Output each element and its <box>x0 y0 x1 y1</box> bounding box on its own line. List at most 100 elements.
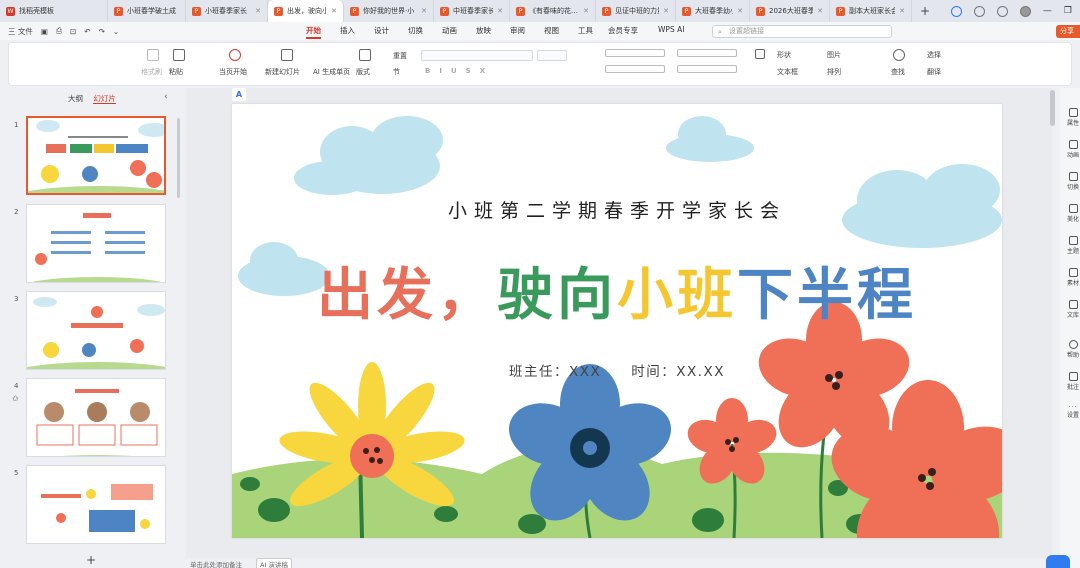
play-icon <box>229 49 241 61</box>
more-icon[interactable]: ⌄ <box>113 27 119 36</box>
close-icon[interactable]: ✕ <box>583 7 589 15</box>
slide-thumbnail-5[interactable] <box>26 465 166 544</box>
canvas-scrollbar[interactable] <box>1050 90 1055 126</box>
tab-file-6[interactable]: P 《有春味的花… ✕ <box>510 0 596 22</box>
menu-home[interactable]: 开始 <box>306 25 321 39</box>
slide-thumbnail-1[interactable] <box>26 116 166 195</box>
cloud-sync-icon[interactable] <box>950 5 962 17</box>
arrange-button[interactable]: 排列 <box>827 67 841 77</box>
slide-thumbnail-2[interactable] <box>26 204 166 283</box>
tab-file-7[interactable]: P 见证中班的力量 ✕ <box>596 0 676 22</box>
close-icon[interactable]: ✕ <box>331 7 337 15</box>
tab-file-10[interactable]: P 副本大班家长会 ✕ <box>830 0 912 22</box>
tab-file-9[interactable]: P 2026大班春季 ✕ <box>750 0 830 22</box>
new-tab-button[interactable]: + <box>912 4 938 18</box>
rail-assets[interactable]: 素材 <box>1063 268 1080 287</box>
rail-settings[interactable]: ··· 设置 <box>1063 404 1080 419</box>
textbox-button[interactable]: 文本框 <box>777 67 798 77</box>
search-input[interactable]: ⌕ 设置超链接 <box>712 25 892 38</box>
undo-icon[interactable]: ↶ <box>84 27 90 36</box>
close-icon[interactable]: ✕ <box>421 7 427 15</box>
rail-property[interactable]: 属性 <box>1063 108 1080 127</box>
menu-animation[interactable]: 动画 <box>442 25 457 36</box>
tab-file-5[interactable]: P 中班春季家长 ✕ <box>434 0 510 22</box>
rail-help[interactable]: 帮助 <box>1063 340 1080 359</box>
tab-file-8[interactable]: P 大班春季幼小 ✕ <box>676 0 750 22</box>
menu-insert[interactable]: 插入 <box>340 25 355 36</box>
reset-button[interactable]: 重置 <box>393 51 407 61</box>
redo-icon[interactable]: ↷ <box>99 27 105 36</box>
menu-slideshow[interactable]: 放映 <box>476 25 491 36</box>
ai-generate-button[interactable]: AI 生成单页 <box>313 67 350 77</box>
paragraph-format-icons[interactable] <box>605 65 665 73</box>
slide-current[interactable]: 小班第二学期春季开学家长会 出发，驶向小班下半程 班主任：XXX 时间：XX.X… <box>232 104 1002 538</box>
menu-transition[interactable]: 切换 <box>408 25 423 36</box>
select-button[interactable]: 选择 <box>927 50 941 60</box>
rail-animation[interactable]: 动画 <box>1063 140 1080 159</box>
menu-review[interactable]: 审阅 <box>510 25 525 36</box>
menu-view[interactable]: 视图 <box>544 25 559 36</box>
tab-slides[interactable]: 幻灯片 <box>93 94 116 104</box>
font-style-buttons[interactable]: BIUSX <box>425 67 494 75</box>
tab-file-1[interactable]: P 小班春学破土成 <box>108 0 186 22</box>
close-icon[interactable]: ✕ <box>663 7 669 15</box>
slide-subtitle[interactable]: 小班第二学期春季开学家长会 <box>232 196 1002 223</box>
menu-tools[interactable]: 工具 <box>578 25 593 36</box>
slide-thumbnail-4[interactable] <box>26 378 166 457</box>
tab-outline[interactable]: 大纲 <box>68 94 83 103</box>
rail-theme[interactable]: 主题 <box>1063 236 1080 255</box>
list-icons[interactable] <box>677 49 737 57</box>
rail-comment[interactable]: 批注 <box>1063 372 1080 391</box>
shape-button[interactable]: 形状 <box>777 50 791 60</box>
slide-byline[interactable]: 班主任：XXX 时间：XX.XX <box>232 360 1002 380</box>
rail-library[interactable]: 文库 <box>1063 300 1080 319</box>
indent-icons[interactable] <box>677 65 737 73</box>
close-icon[interactable]: ✕ <box>737 7 743 15</box>
find-button[interactable]: 查找 <box>891 67 905 77</box>
picture-button[interactable]: 图片 <box>827 50 841 60</box>
font-name-select[interactable] <box>421 50 533 61</box>
layout-button[interactable]: 版式 <box>356 67 370 77</box>
panel-scrollbar[interactable] <box>177 118 180 198</box>
font-size-select[interactable] <box>537 50 567 61</box>
close-icon[interactable]: ✕ <box>899 7 905 15</box>
menu-member[interactable]: 会员专享 <box>608 25 638 36</box>
slide-thumbnail-3[interactable] <box>26 291 166 370</box>
ai-speech-button[interactable]: AI 演讲稿 <box>256 558 292 568</box>
avatar[interactable] <box>1019 5 1031 17</box>
notes-placeholder[interactable]: 单击此处添加备注 <box>190 559 242 568</box>
section-button[interactable]: 节 <box>393 67 400 77</box>
save-icon[interactable]: ▣ <box>41 27 48 36</box>
new-slide-button[interactable]: 新建幻灯片 <box>265 67 300 77</box>
share-button[interactable]: 分享 <box>1056 25 1080 38</box>
star-icon[interactable]: ✩ <box>12 394 19 403</box>
cube-icon[interactable] <box>996 5 1008 17</box>
menu-design[interactable]: 设计 <box>374 25 389 36</box>
add-slide-button[interactable]: + <box>86 553 96 567</box>
translate-button[interactable]: 翻译 <box>927 67 941 77</box>
close-icon[interactable]: ✕ <box>255 7 261 15</box>
rail-transition[interactable]: 切换 <box>1063 172 1080 191</box>
print-icon[interactable]: ⎙ <box>56 26 62 36</box>
minimize-icon[interactable]: — <box>1043 6 1052 16</box>
collapse-panel-icon[interactable]: ‹ <box>164 92 168 102</box>
tab-file-active[interactable]: P 出发，驶向小 ✕ <box>268 0 344 22</box>
menu-wps-ai[interactable]: WPS AI <box>658 25 684 34</box>
tab-file-2[interactable]: P 小班春季家长 ✕ <box>186 0 268 22</box>
format-painter-button[interactable]: 格式刷 <box>141 67 162 77</box>
play-current-button[interactable]: 当页开始 <box>219 67 247 77</box>
tab-file-4[interactable]: P 你好我的世界·小 ✕ <box>344 0 434 22</box>
tab-templates[interactable]: W 找稻壳模板 <box>0 0 108 22</box>
rail-beautify[interactable]: 美化 <box>1063 204 1080 223</box>
close-icon[interactable]: ✕ <box>497 7 503 15</box>
slide-title[interactable]: 出发，驶向小班下半程 <box>232 250 1002 331</box>
clock-icon[interactable] <box>973 5 985 17</box>
paragraph-align-icons[interactable] <box>605 49 665 57</box>
assistant-float-button[interactable] <box>1046 555 1070 568</box>
close-icon[interactable]: ✕ <box>817 7 823 15</box>
paste-button[interactable]: 粘贴 <box>169 67 183 77</box>
file-menu[interactable]: 三 文件 <box>8 26 33 37</box>
maximize-icon[interactable]: ❐ <box>1064 6 1072 16</box>
preview-icon[interactable]: ⊡ <box>70 27 76 36</box>
ai-assistant-icon[interactable]: A <box>232 88 246 101</box>
